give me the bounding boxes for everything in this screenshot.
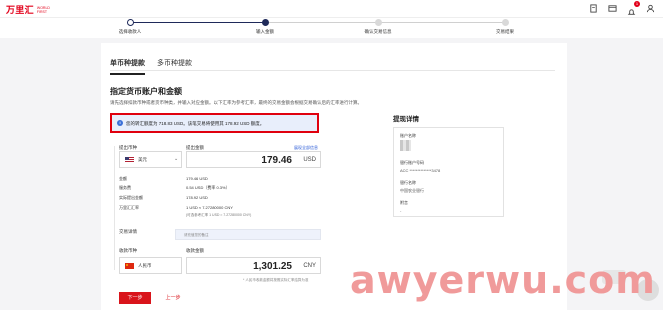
top-bar: 万里汇 WORLD FIRST 1	[0, 0, 663, 18]
step-2-active-dot	[262, 19, 269, 26]
us-flag-icon	[125, 157, 134, 163]
fee-value: 0.54 USD（费率 0.3%）	[186, 185, 230, 190]
detail-account-no-label: 银行账户号码	[400, 160, 424, 165]
notification-button[interactable]: 1	[627, 1, 640, 15]
document-icon[interactable]	[589, 4, 598, 13]
fee-key: 实际提出金额	[119, 195, 143, 200]
credit-currency-select[interactable]: 人民币	[119, 257, 182, 274]
step-1-label: 选择收款人	[118, 29, 142, 34]
detail-account-no-value: ACC **************3478	[400, 168, 441, 173]
prev-button[interactable]: 上一步	[160, 292, 186, 304]
note-input[interactable]: 请充值您的备注	[175, 229, 321, 240]
step-4-dot	[502, 19, 509, 26]
step-1-done-dot	[127, 19, 134, 26]
detail-bank-value: 中国农业银行	[400, 188, 424, 193]
tab-multi-currency[interactable]: 多币种提款	[157, 58, 192, 75]
credit-amount-label: 收款金额	[186, 248, 204, 253]
bell-icon	[627, 9, 636, 15]
note-placeholder: 请充值您的备注	[184, 233, 209, 237]
notification-badge: 1	[634, 1, 640, 7]
credit-hint: * 人民币收款金额将按照实际汇率结算为准	[243, 278, 309, 282]
fee-key: 金额	[119, 176, 127, 181]
note-label: 交易详情	[119, 229, 137, 234]
debit-currency-select[interactable]: 美元 ⌄	[119, 151, 182, 168]
cn-flag-icon	[125, 263, 134, 269]
detail-account-name-label: 账户名称	[400, 133, 416, 138]
fee-key: 服务费	[119, 185, 131, 190]
step-2-label: 输入金额	[256, 29, 274, 34]
watermark-text: awyerwu.com	[350, 258, 656, 302]
detail-title: 提现详情	[393, 116, 419, 123]
brand-sub: WORLD FIRST	[36, 5, 50, 14]
credit-amount-value: 1,301.25	[253, 261, 292, 272]
fee-value: 1 USD ≈ 7.27280000 CNY	[186, 205, 233, 210]
brand-logo[interactable]: 万里汇 WORLD FIRST	[6, 3, 57, 16]
credit-currency-value: 人民币	[138, 263, 152, 268]
step-3-dot	[375, 19, 382, 26]
debit-amount-input[interactable]: 179.46 USD	[186, 151, 321, 168]
next-button[interactable]: 下一步	[119, 292, 151, 304]
step-connector	[130, 22, 265, 23]
debit-amount-unit: USD	[303, 157, 316, 163]
step-connector	[265, 22, 505, 23]
alert-text: 您的转汇额度为 718.83 USD。该笔交易将使用其 178.92 USD 额…	[126, 121, 265, 126]
fee-value: 178.92 USD	[186, 195, 208, 200]
tabs-divider	[110, 70, 555, 71]
quota-alert: i 您的转汇额度为 718.83 USD。该笔交易将使用其 178.92 USD…	[110, 113, 319, 133]
tab-single-currency[interactable]: 单币种提款	[110, 58, 145, 75]
fee-key: 万里汇汇率	[119, 205, 139, 210]
credit-amount-input[interactable]: 1,301.25 CNY	[186, 257, 321, 274]
avatar	[400, 140, 411, 151]
detail-bank-label: 银行名称	[400, 180, 416, 185]
user-icon[interactable]	[646, 4, 655, 13]
debit-currency-value: 美元	[138, 157, 147, 162]
credit-currency-label: 收款币种	[119, 248, 137, 253]
wallet-icon[interactable]	[608, 4, 617, 13]
brand-name: 万里汇	[6, 5, 34, 15]
section-description: 请先选择扣款币种或者货币种类，并输入对应金额。以下汇率为参考汇率，最终的交易金额…	[110, 100, 362, 105]
step-4-label: 交易结果	[496, 29, 514, 34]
withdraw-tabs: 单币种提款 多币种提款	[110, 58, 192, 75]
flow-rail	[114, 146, 115, 270]
rate-note: (可选参考汇率 1 USD ≈ 7.27280000 CNY)	[186, 213, 252, 217]
detail-memo-value: -	[400, 208, 402, 213]
progress-stepper: 选择收款人 输入金额 确认交易信息 交易结果	[0, 18, 663, 38]
step-3-label: 确认交易信息	[364, 29, 392, 34]
fee-value: 179.46 USD	[186, 176, 208, 181]
detail-memo-label: 附言	[400, 200, 408, 205]
debit-amount-value: 179.46	[261, 155, 292, 166]
top-icons: 1	[589, 1, 655, 15]
section-title: 指定货币账户和金额	[110, 87, 182, 96]
credit-amount-unit: CNY	[303, 263, 316, 269]
detail-panel: 账户名称 银行账户号码 ACC **************3478 银行名称 …	[393, 127, 504, 217]
chevron-down-icon: ⌄	[174, 156, 179, 162]
info-icon: i	[117, 120, 123, 126]
